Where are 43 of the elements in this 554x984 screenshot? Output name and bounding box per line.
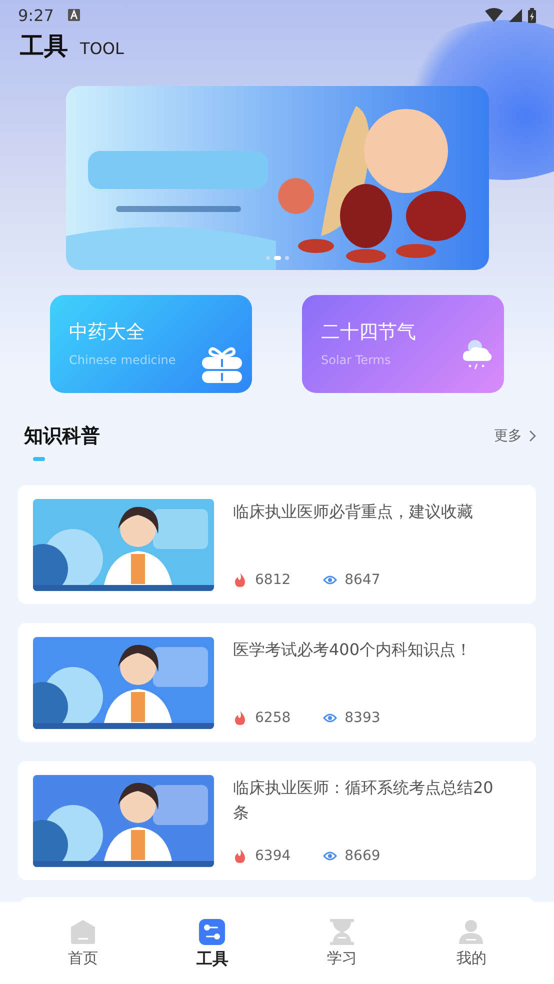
nav-tab[interactable]: 我的 — [406, 897, 536, 984]
carousel-dot[interactable] — [266, 256, 270, 260]
eye-icon — [322, 711, 337, 725]
tile-title: 中药大全 — [69, 320, 146, 345]
view-count: 8393 — [344, 710, 380, 726]
nav-tab[interactable]: 工具 — [148, 897, 277, 984]
article-card[interactable]: 临床执业医师：循环系统考点总结20条 6394 8669 — [18, 761, 536, 880]
home-icon — [70, 919, 96, 945]
battery-icon — [528, 8, 536, 22]
hourglass-icon — [328, 919, 355, 945]
snow-cloud-icon — [462, 339, 494, 371]
article-title: 医学考试必考400个内科知识点！ — [233, 639, 473, 661]
like-count: 6394 — [255, 848, 291, 864]
status-time: 9:27 — [18, 6, 54, 24]
section-title: 知识科普 — [24, 424, 100, 449]
eye-icon — [322, 573, 337, 587]
keyboard-badge-icon — [68, 9, 80, 21]
tile-subtitle: Solar Terms — [321, 353, 392, 367]
carousel-dot[interactable] — [284, 256, 288, 260]
nav-tab[interactable]: 学习 — [277, 897, 406, 984]
article-title: 临床执业医师：循环系统考点总结20条 — [233, 777, 494, 824]
article-card[interactable]: 临床执业医师必背重点，建议收藏 6812 8647 — [18, 485, 536, 604]
more-link[interactable]: 更多 — [494, 427, 536, 445]
like-count: 6812 — [255, 572, 291, 588]
flame-icon — [233, 711, 247, 725]
nav-tab[interactable]: 首页 — [18, 897, 148, 984]
tile-subtitle: Chinese medicine — [69, 353, 176, 367]
eye-icon — [322, 849, 337, 863]
flame-icon — [233, 573, 247, 587]
chevron-icon — [528, 430, 536, 442]
article-card[interactable]: 医学考试必考400个内科知识点！ 6258 8393 — [18, 623, 536, 742]
person-icon — [458, 919, 484, 945]
page-subtitle: TOOL — [80, 39, 124, 58]
view-count: 8647 — [344, 572, 380, 588]
like-count: 6258 — [255, 710, 291, 726]
sliders-icon — [199, 919, 226, 945]
wifi-icon — [485, 8, 503, 22]
tile-title: 二十四节气 — [321, 320, 416, 345]
gift-icon — [202, 345, 242, 383]
flame-icon — [233, 849, 247, 863]
view-count: 8669 — [344, 848, 380, 864]
article-title: 临床执业医师必背重点，建议收藏 — [233, 501, 474, 523]
page-title: 工具 — [20, 31, 68, 62]
